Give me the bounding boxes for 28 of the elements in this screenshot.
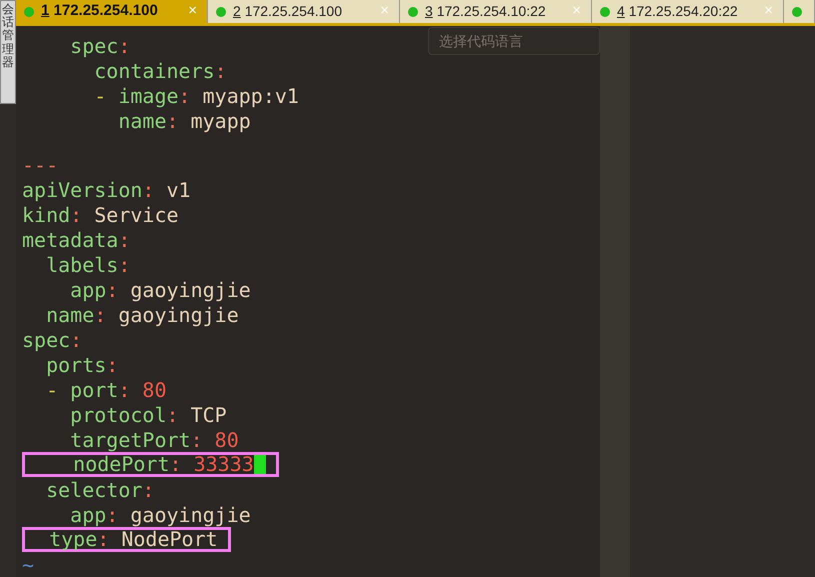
scrollbar[interactable] (600, 26, 630, 577)
code-line: ~ (22, 552, 34, 577)
tab-title: 1 172.25.254.100 (41, 1, 159, 22)
code-line: spec: (69, 32, 130, 60)
code-line: apiVersion: v1 (22, 176, 191, 204)
code-line: metadata: (22, 226, 130, 254)
sidebar-tab[interactable]: 会话管理器 (0, 0, 16, 104)
tab-title: 3 172.25.254.10:22 (425, 2, 547, 21)
code-line: - image: myapp:v1 (93, 82, 299, 110)
code-line: labels: (45, 252, 130, 278)
code-line: selector: (45, 476, 154, 504)
code-line: ports: (45, 352, 118, 378)
tab-title: 4 172.25.254.20:22 (617, 2, 739, 21)
tab-title: 2 172.25.254.100 (233, 2, 344, 21)
code-line: - port: 80 (45, 376, 167, 404)
code-line: targetPort: 80 (69, 426, 239, 454)
code-line: app: gaoyingjie (69, 502, 251, 528)
code-line: kind: Service (22, 202, 179, 228)
code-line: name: myapp (117, 108, 251, 134)
code-line: name: gaoyingjie (45, 302, 239, 328)
code-line: type: NodePort (48, 530, 218, 549)
session-tab[interactable]: 1 172.25.254.100 × (16, 0, 208, 23)
code-line: spec: (22, 326, 82, 354)
code-line: containers: (93, 58, 227, 84)
code-line: app: gaoyingjie (69, 276, 251, 304)
code-line: nodePort: 33333 (72, 455, 254, 474)
code-line: protocol: TCP (69, 402, 227, 428)
code-line: --- (22, 152, 58, 178)
